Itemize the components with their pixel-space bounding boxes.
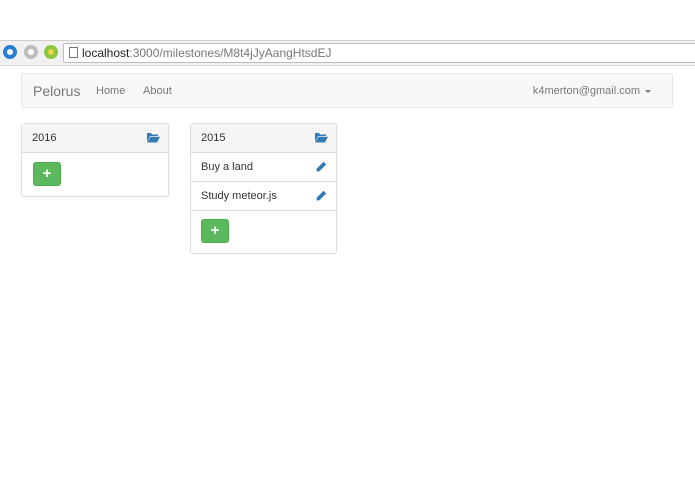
- caret-down-icon: [645, 89, 651, 93]
- panel-title: 2016: [32, 132, 57, 144]
- milestone-panel-2016: 2016 +: [21, 123, 169, 197]
- nav-about-link[interactable]: About: [143, 85, 172, 97]
- page-icon: [69, 47, 78, 58]
- milestone-panel-2015: 2015 Buy a land Study meteor.js +: [190, 123, 337, 254]
- add-item-button[interactable]: +: [33, 162, 61, 186]
- address-bar[interactable]: localhost:3000/milestones/M8t4jJyAangHts…: [63, 43, 695, 63]
- browser-toolbar: localhost:3000/milestones/M8t4jJyAangHts…: [0, 40, 695, 66]
- url-text: localhost:3000/milestones/M8t4jJyAangHts…: [82, 45, 331, 61]
- pencil-icon[interactable]: [316, 190, 327, 201]
- list-item: Study meteor.js: [191, 182, 336, 211]
- folder-open-icon[interactable]: [315, 132, 328, 143]
- back-arrow-icon[interactable]: [3, 45, 17, 59]
- item-label: Buy a land: [201, 161, 253, 173]
- panel-heading: 2015: [191, 124, 336, 153]
- url-host: localhost: [82, 46, 130, 60]
- url-path: :3000/milestones/M8t4jJyAangHtsdEJ: [129, 46, 332, 60]
- item-label: Study meteor.js: [201, 190, 277, 202]
- nav-home-link[interactable]: Home: [96, 85, 125, 97]
- folder-open-icon[interactable]: [147, 132, 160, 143]
- user-dropdown[interactable]: k4merton@gmail.com: [533, 85, 651, 97]
- panel-heading: 2016: [22, 124, 168, 153]
- app-navbar: Pelorus Home About k4merton@gmail.com: [21, 73, 673, 108]
- pencil-icon[interactable]: [316, 161, 327, 172]
- add-item-button[interactable]: +: [201, 219, 229, 243]
- panel-title: 2015: [201, 132, 226, 144]
- list-item: Buy a land: [191, 153, 336, 182]
- reload-icon[interactable]: [44, 45, 58, 59]
- user-email: k4merton@gmail.com: [532, 85, 640, 97]
- forward-arrow-icon[interactable]: [24, 45, 38, 59]
- brand-link[interactable]: Pelorus: [33, 83, 80, 99]
